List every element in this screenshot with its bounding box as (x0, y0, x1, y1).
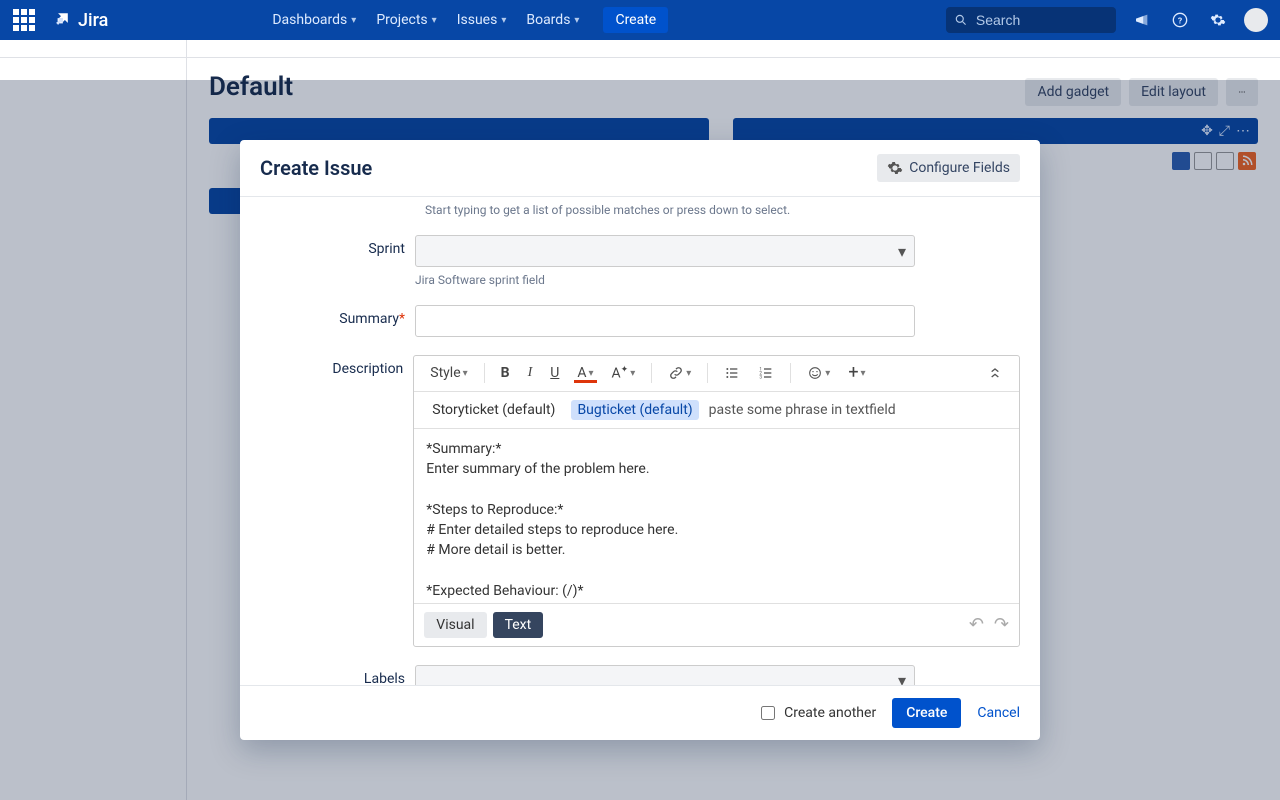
rte-toolbar: Style▾ B I U A▾ A✦▾ ▾ 123 (414, 356, 1019, 392)
modal-overlay: Create Issue Configure Fields Start typi… (0, 80, 1280, 800)
rte-text-color-button[interactable]: A▾ (571, 362, 599, 384)
jira-logo[interactable]: Jira (50, 9, 108, 31)
rte-number-list-button[interactable]: 123 (752, 362, 780, 384)
template-hint: paste some phrase in textfield (709, 402, 896, 418)
redo-icon[interactable]: ↷ (994, 614, 1009, 635)
rte-italic-button[interactable]: I (522, 362, 539, 384)
chevron-down-icon: ▾ (501, 15, 506, 26)
rte-collapse-button[interactable] (981, 362, 1009, 384)
rte-emoji-button[interactable]: ▾ (801, 362, 836, 384)
chevron-down-icon: ▾ (574, 15, 579, 26)
rte-link-button[interactable]: ▾ (662, 362, 697, 384)
description-editor: Style▾ B I U A▾ A✦▾ ▾ 123 (413, 355, 1020, 647)
chevron-down-icon: ▾ (898, 671, 906, 685)
bullet-list-icon (724, 365, 740, 381)
sprint-select[interactable]: ▾ (415, 235, 915, 267)
chevron-down-icon: ▾ (351, 15, 356, 26)
rte-bold-button[interactable]: B (495, 362, 516, 384)
rte-style-dropdown[interactable]: Style▾ (424, 362, 473, 384)
global-search[interactable] (946, 7, 1116, 33)
number-list-icon: 123 (758, 365, 774, 381)
labels-label: Labels (260, 665, 415, 685)
description-label: Description (260, 355, 413, 377)
submit-create-button[interactable]: Create (892, 698, 961, 728)
labels-select[interactable]: ▾ (415, 665, 915, 685)
undo-icon[interactable]: ↶ (969, 614, 984, 635)
description-textarea[interactable] (414, 429, 1019, 599)
nav-issues[interactable]: Issues▾ (449, 8, 515, 32)
search-icon (954, 12, 968, 28)
feedback-icon[interactable] (1130, 8, 1154, 32)
rte-more-format-button[interactable]: A✦▾ (606, 362, 642, 385)
create-another-input[interactable] (761, 706, 775, 720)
jira-logo-icon (50, 9, 72, 31)
summary-label: Summary* (260, 305, 415, 327)
template-bug[interactable]: Bugticket (default) (571, 400, 698, 420)
profile-avatar[interactable] (1244, 8, 1268, 32)
cancel-link[interactable]: Cancel (977, 705, 1020, 721)
nav-dashboards[interactable]: Dashboards▾ (264, 8, 364, 32)
svg-text:?: ? (1178, 16, 1182, 26)
rte-template-row: Storyticket (default) Bugticket (default… (414, 392, 1019, 429)
app-switcher-icon[interactable] (12, 8, 36, 32)
summary-input[interactable] (415, 305, 915, 337)
rte-bullet-list-button[interactable] (718, 362, 746, 384)
product-name: Jira (78, 10, 108, 31)
rte-mode-text[interactable]: Text (493, 612, 544, 638)
settings-icon[interactable] (1206, 8, 1230, 32)
chevron-down-icon: ▾ (432, 15, 437, 26)
gear-icon (887, 160, 903, 176)
configure-fields-button[interactable]: Configure Fields (877, 154, 1020, 182)
sprint-label: Sprint (260, 235, 415, 257)
sprint-help: Jira Software sprint field (415, 273, 915, 287)
create-issue-dialog: Create Issue Configure Fields Start typi… (240, 140, 1040, 740)
nav-links: Dashboards▾ Projects▾ Issues▾ Boards▾ (264, 8, 587, 32)
nav-projects[interactable]: Projects▾ (368, 8, 444, 32)
field-hint: Start typing to get a list of possible m… (425, 203, 1020, 217)
rte-underline-button[interactable]: U (544, 362, 565, 384)
chevron-down-icon: ▾ (898, 242, 906, 261)
top-nav: Jira Dashboards▾ Projects▾ Issues▾ Board… (0, 0, 1280, 40)
create-another-checkbox[interactable]: Create another (757, 703, 876, 723)
search-input[interactable] (974, 11, 1108, 29)
nav-boards[interactable]: Boards▾ (518, 8, 587, 32)
rte-mode-visual[interactable]: Visual (424, 612, 486, 638)
link-icon (668, 365, 684, 381)
help-icon[interactable]: ? (1168, 8, 1192, 32)
create-button[interactable]: Create (603, 7, 668, 33)
emoji-icon (807, 365, 823, 381)
rte-insert-button[interactable]: +▾ (842, 363, 871, 383)
template-story[interactable]: Storyticket (default) (426, 400, 561, 420)
dialog-title: Create Issue (260, 156, 372, 180)
svg-text:3: 3 (760, 375, 763, 381)
collapse-icon (987, 365, 1003, 381)
